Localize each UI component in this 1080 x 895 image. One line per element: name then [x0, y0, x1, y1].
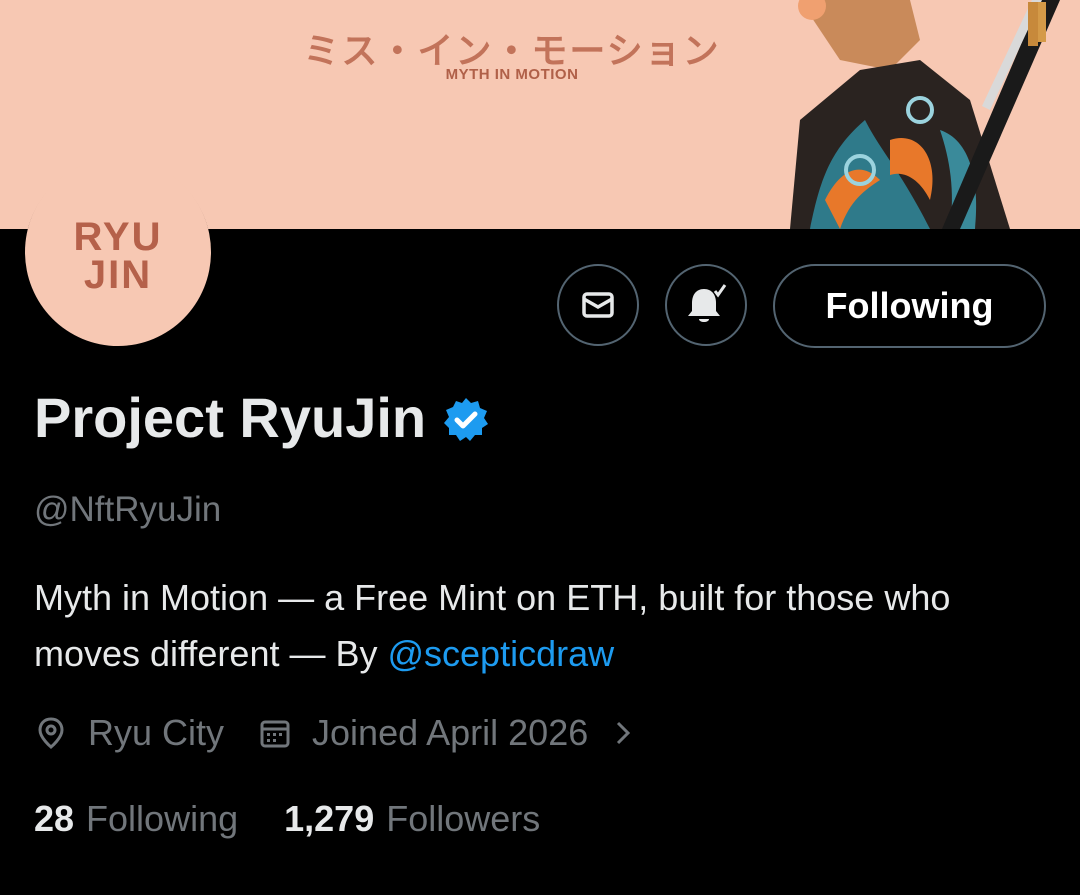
following-count: 28 — [34, 798, 75, 839]
notifications-button[interactable] — [665, 264, 747, 346]
profile-avatar[interactable]: RYU JIN — [25, 158, 211, 346]
profile-name-row: Project RyuJin — [34, 385, 490, 450]
followers-label: Followers — [386, 798, 541, 839]
message-button[interactable] — [557, 264, 639, 346]
avatar-image: RYU JIN — [25, 158, 211, 346]
display-name: Project RyuJin — [34, 386, 427, 449]
following-label: Following — [86, 798, 239, 839]
banner-english-title: MYTH IN MOTION — [445, 66, 579, 83]
following-stat-link[interactable]: 28 Following — [34, 798, 238, 840]
svg-text:JIN: JIN — [84, 253, 152, 292]
profile-bio: Myth in Motion — a Free Mint on ETH, bui… — [34, 570, 1044, 682]
chevron-right-icon[interactable] — [610, 718, 636, 748]
profile-meta: Ryu City Joined April 2026 — [34, 712, 636, 754]
calendar-icon — [260, 720, 290, 748]
profile-joined-date: Joined April 2026 — [312, 712, 589, 753]
followers-stat-link[interactable]: 1,279 Followers — [284, 798, 540, 840]
bell-check-icon — [688, 284, 727, 322]
verified-badge-icon[interactable] — [442, 396, 490, 444]
following-button[interactable]: Following — [773, 264, 1046, 348]
envelope-icon — [582, 292, 614, 318]
profile-location: Ryu City — [88, 712, 225, 753]
ryujin-logo: RYU JIN — [74, 215, 161, 292]
profile-handle: @NftRyuJin — [34, 490, 222, 529]
profile-stats: 28 Following 1,279 Followers — [34, 798, 540, 840]
location-pin-icon — [38, 717, 64, 749]
banner-character-illustration — [790, 0, 1060, 229]
followers-count: 1,279 — [284, 798, 375, 839]
bio-mention-link[interactable]: @scepticdraw — [387, 633, 614, 674]
